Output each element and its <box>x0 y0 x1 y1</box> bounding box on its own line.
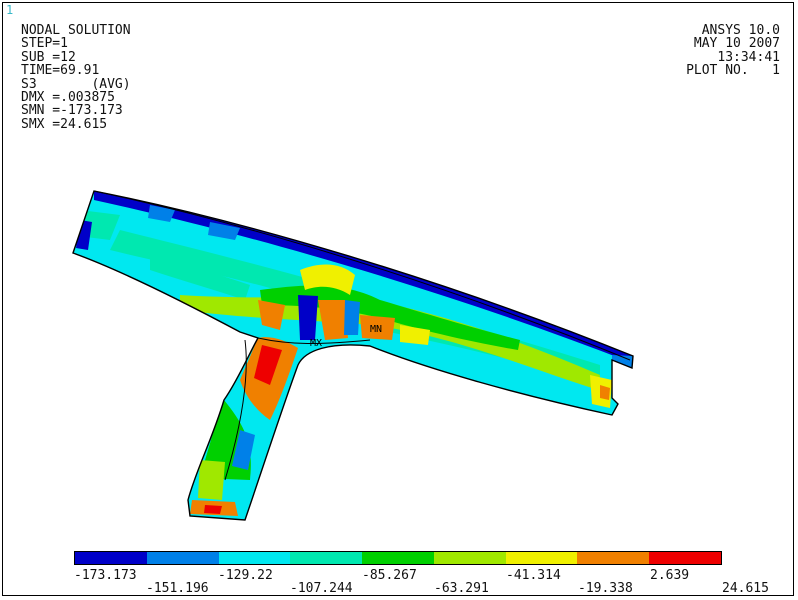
legend-swatch-4 <box>290 552 363 564</box>
contour-legend-bar <box>74 551 722 565</box>
max-marker: MX <box>310 338 322 349</box>
legend-value-9: 2.639 <box>650 568 690 583</box>
stress-contour-model: MN MX <box>72 190 634 521</box>
legend-value-8: -19.338 <box>578 581 633 596</box>
legend-swatch-8 <box>577 552 650 564</box>
legend-swatch-1 <box>75 552 147 564</box>
legend-swatch-9 <box>649 552 722 564</box>
legend-value-5: -85.267 <box>362 568 417 583</box>
legend-value-7: -41.314 <box>506 568 561 583</box>
legend-value-3: -129.22 <box>218 568 273 583</box>
legend-swatch-7 <box>505 552 578 564</box>
legend-swatch-6 <box>433 552 506 564</box>
legend-value-10: 24.615 <box>722 581 769 596</box>
legend-value-2: -151.196 <box>146 581 209 596</box>
contour-fill <box>73 191 633 520</box>
legend-value-1: -173.173 <box>74 568 137 583</box>
min-marker: MN <box>370 324 382 335</box>
legend-swatch-3 <box>218 552 291 564</box>
legend-swatch-5 <box>362 552 434 564</box>
legend-value-6: -63.291 <box>434 581 489 596</box>
legend-value-4: -107.244 <box>290 581 353 596</box>
legend-swatch-2 <box>146 552 219 564</box>
